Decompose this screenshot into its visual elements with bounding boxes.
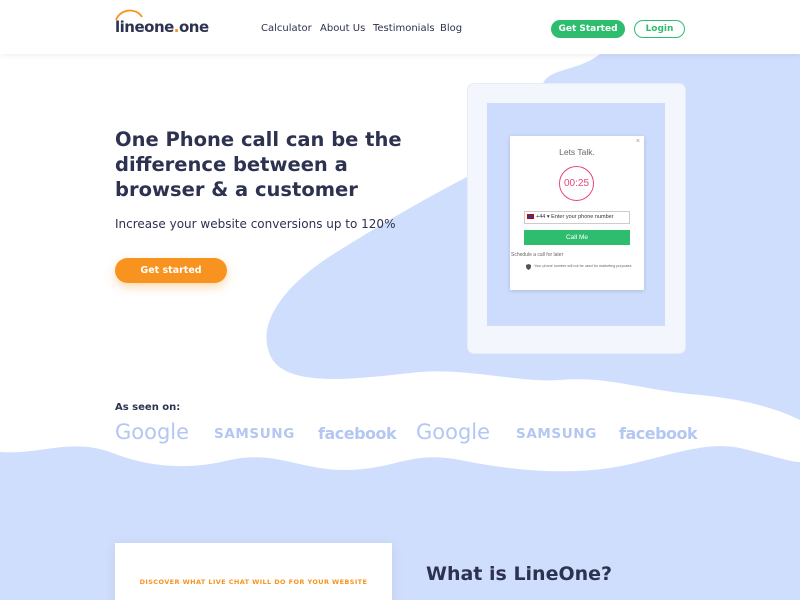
hero-title: One Phone call can be the difference bet… [115,128,402,201]
card-eyebrow-text: DISCOVER WHAT LIVE CHAT WILL DO FOR YOUR… [139,578,368,586]
phone-input[interactable]: +44 ▾ Enter your phone number [524,211,630,224]
get-started-button[interactable]: Get Started [551,20,625,38]
facebook-logo: facebook [619,424,698,443]
uk-flag-icon [527,214,534,220]
phone-placeholder: Enter your phone number [551,214,614,220]
call-widget: × Lets Talk. 00:25 +44 ▾ Enter your phon… [510,136,644,290]
logo-text-part2: one [179,18,209,36]
logo[interactable]: lineone.one [115,18,209,36]
nav-calculator[interactable]: Calculator [261,23,312,34]
as-seen-on-label: As seen on: [115,402,181,413]
feature-card: DISCOVER WHAT LIVE CHAT WILL DO FOR YOUR… [115,543,392,600]
nav-blog[interactable]: Blog [440,23,462,34]
samsung-logo: SAMSUNG [516,426,597,442]
tablet-mockup: × Lets Talk. 00:25 +44 ▾ Enter your phon… [468,84,685,353]
countdown-timer: 00:25 [559,166,594,201]
logo-text-part1: lineone [115,18,174,36]
facebook-logo: facebook [318,424,397,443]
close-icon[interactable]: × [636,138,640,145]
samsung-logo: SAMSUNG [214,426,295,442]
privacy-note: Your phone number will not be used for m… [526,264,638,269]
call-me-button[interactable]: Call Me [524,230,630,245]
google-logo: Google [115,420,190,444]
google-logo: Google [416,420,491,444]
hero-get-started-button[interactable]: Get started [115,258,227,283]
hero-subtitle: Increase your website conversions up to … [115,217,396,231]
schedule-link[interactable]: Schedule a call for later [511,252,563,258]
chevron-down-icon: ▾ [546,214,550,220]
nav-testimonials[interactable]: Testimonials [373,23,435,34]
section-title: What is LineOne? [426,563,613,585]
tablet-screen: × Lets Talk. 00:25 +44 ▾ Enter your phon… [487,103,665,326]
country-code: +44 [536,214,546,220]
site-header: lineone.one Calculator About Us Testimon… [0,0,800,54]
nav-about-us[interactable]: About Us [320,23,365,34]
widget-title: Lets Talk. [559,147,595,157]
login-button[interactable]: Login [634,20,685,38]
privacy-text: Your phone number will not be used for m… [534,264,632,268]
